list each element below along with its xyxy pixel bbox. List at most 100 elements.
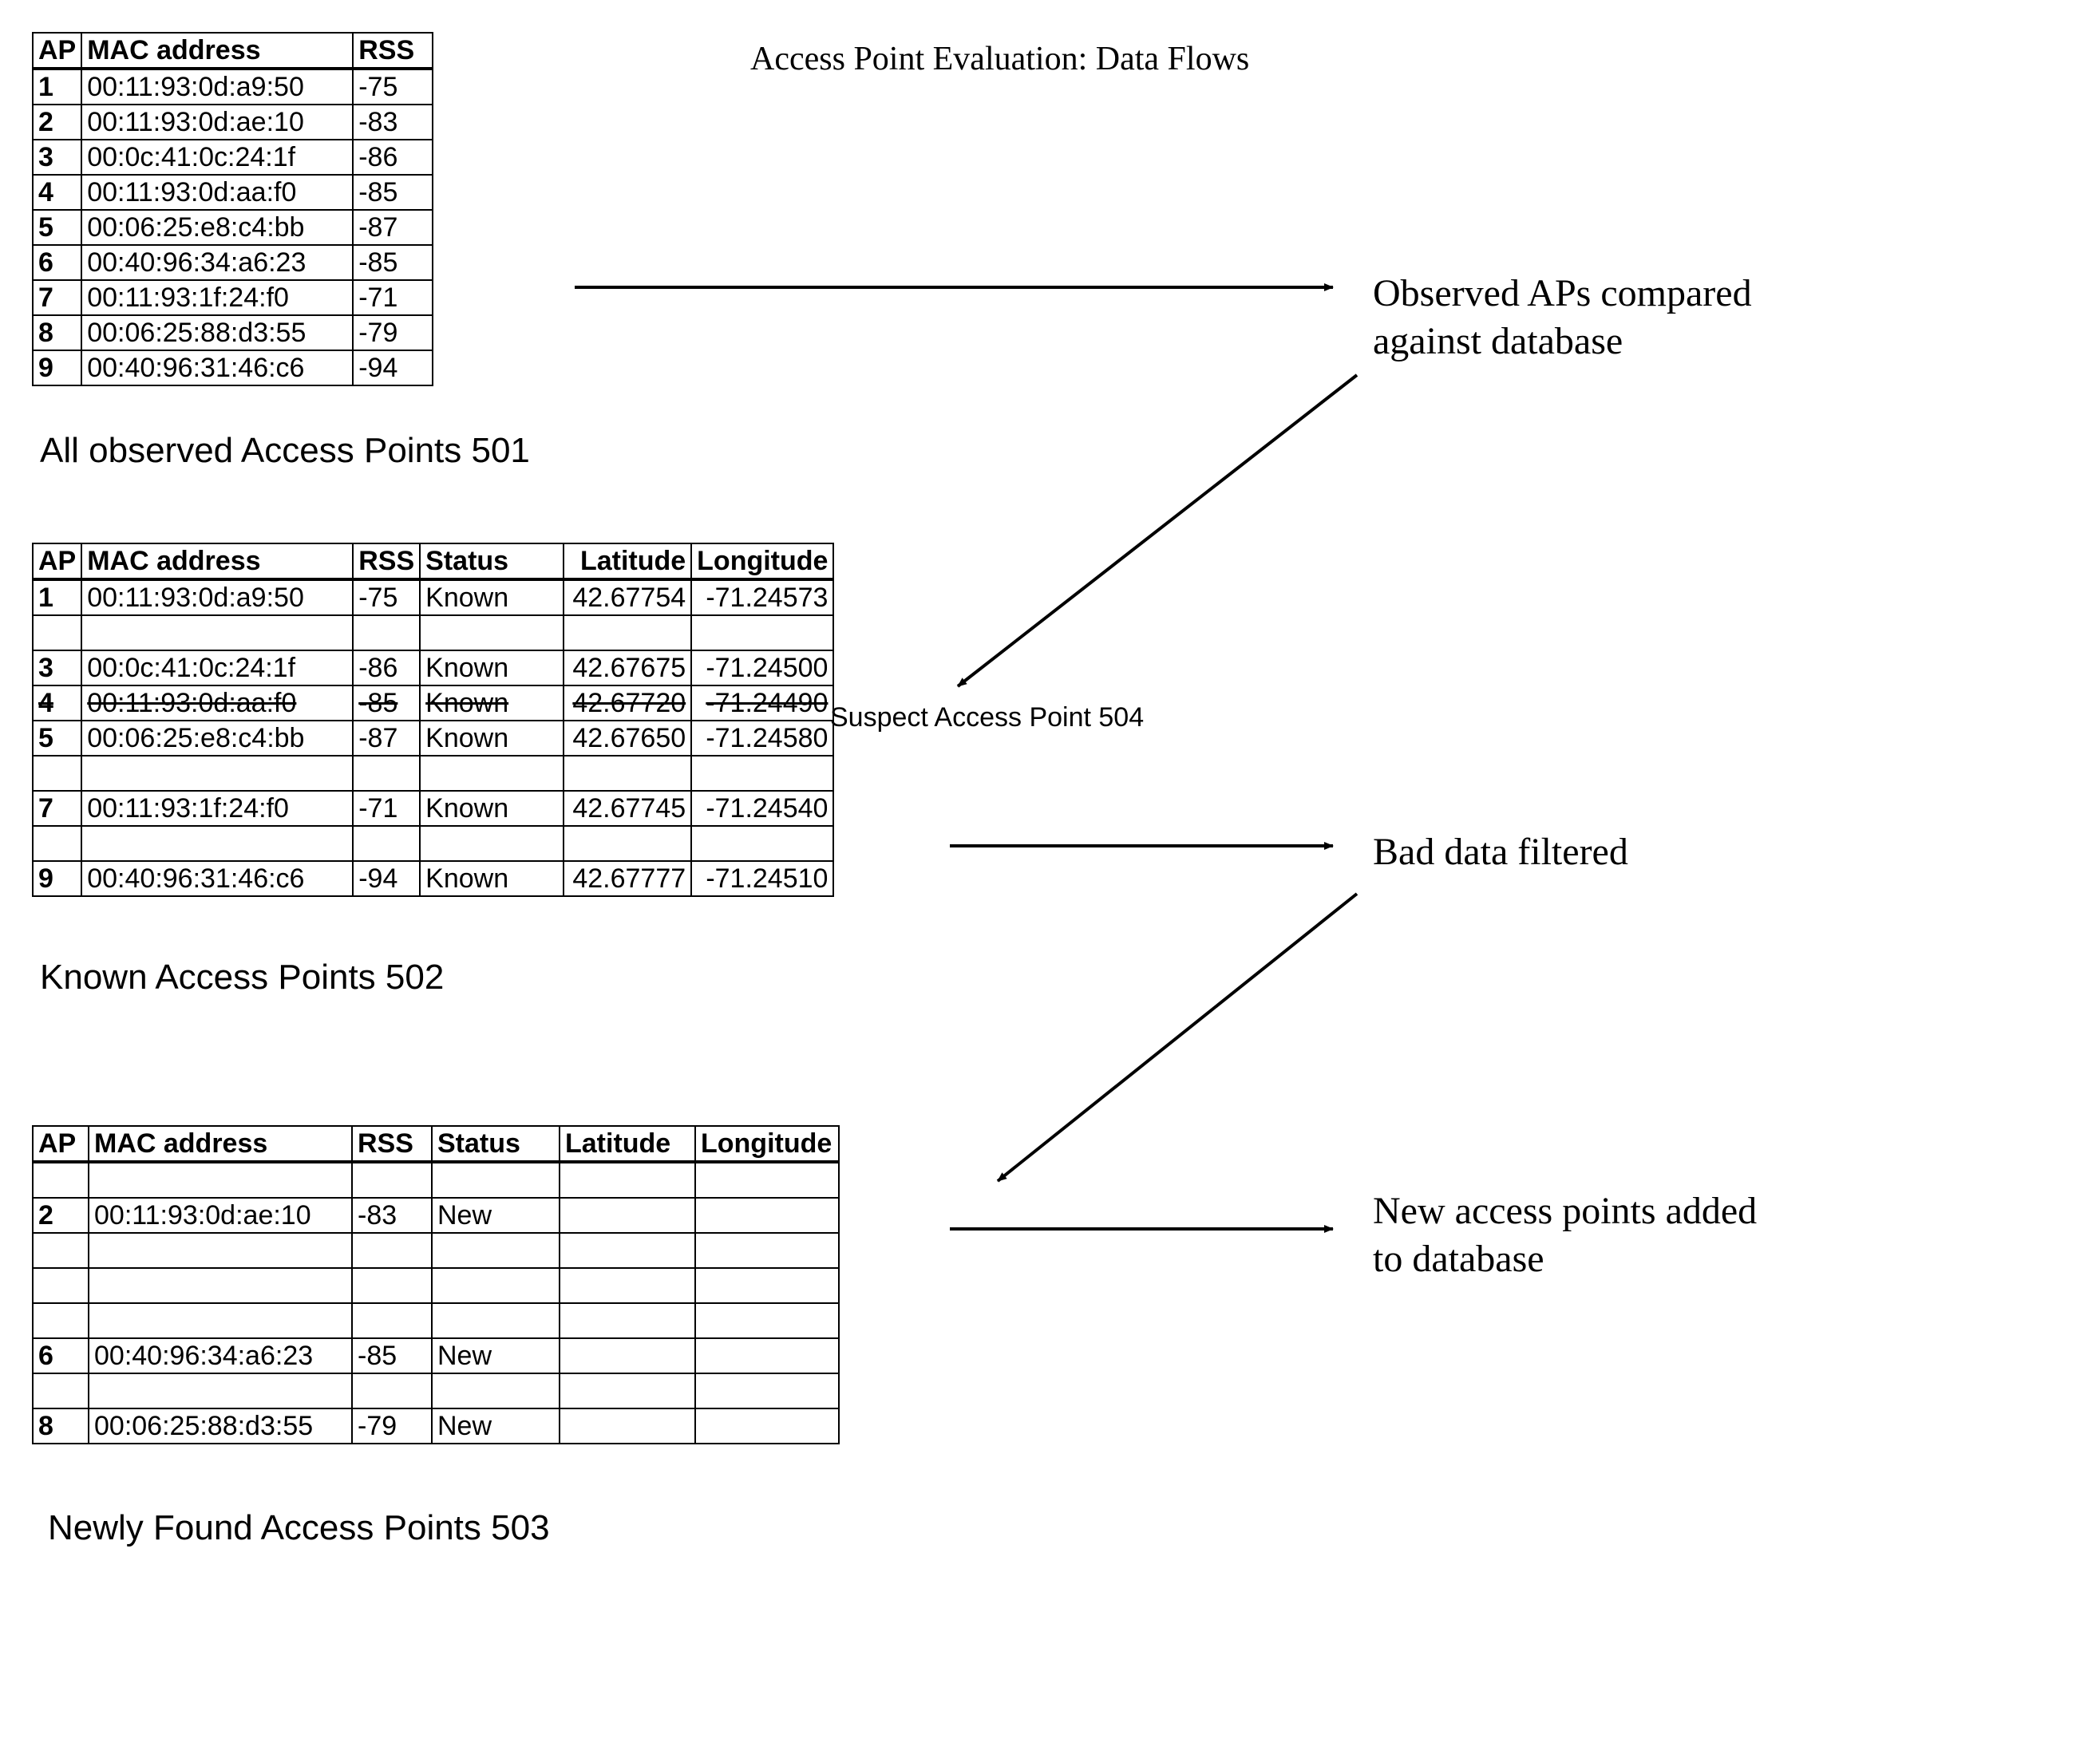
table-cell	[33, 1233, 89, 1268]
col-lon: Longitude	[691, 543, 833, 579]
table-row	[33, 826, 833, 861]
table-row	[33, 1373, 839, 1408]
table-cell	[89, 1162, 352, 1198]
table-cell: -71.24540	[691, 791, 833, 826]
table-cell: 1	[33, 579, 81, 615]
table-cell: -87	[353, 721, 420, 756]
table-cell	[432, 1373, 560, 1408]
new-caption: Newly Found Access Points 503	[48, 1508, 550, 1548]
table-row: 200:11:93:0d:ae:10-83	[33, 105, 433, 140]
table-cell: 00:40:96:34:a6:23	[81, 245, 353, 280]
table-row: 600:40:96:34:a6:23-85New	[33, 1338, 839, 1373]
table-cell	[560, 1198, 695, 1233]
side-label-filtered: Bad data filtered	[1373, 830, 1628, 874]
arrow-label-to-known	[958, 375, 1357, 686]
table-cell: -71.24500	[691, 650, 833, 685]
table-cell	[695, 1408, 839, 1444]
col-rss: RSS	[352, 1126, 432, 1162]
table-cell: 9	[33, 861, 81, 896]
table-cell	[33, 1268, 89, 1303]
table-cell: -71.24580	[691, 721, 833, 756]
table-row: 100:11:93:0d:a9:50-75Known42.67754-71.24…	[33, 579, 833, 615]
table-cell: 00:11:93:0d:a9:50	[81, 69, 353, 105]
table-row: 700:11:93:1f:24:f0-71	[33, 280, 433, 315]
table-cell: -85	[353, 245, 433, 280]
table-cell	[33, 756, 81, 791]
table-row: 400:11:93:0d:aa:f0-85	[33, 175, 433, 210]
table-cell: 2	[33, 105, 81, 140]
table-cell	[695, 1198, 839, 1233]
table-cell	[420, 826, 564, 861]
table-cell	[691, 756, 833, 791]
table-cell	[432, 1268, 560, 1303]
table-cell: Known	[420, 861, 564, 896]
table-cell	[420, 615, 564, 650]
table-cell: -71.24510	[691, 861, 833, 896]
table-cell	[432, 1233, 560, 1268]
col-ap: AP	[33, 543, 81, 579]
table-cell: -83	[352, 1198, 432, 1233]
table-cell: -71	[353, 791, 420, 826]
table-cell: 00:0c:41:0c:24:1f	[81, 140, 353, 175]
table-cell	[33, 1162, 89, 1198]
side-label-observed-a: Observed APs compared	[1373, 271, 1752, 315]
table-row	[33, 1268, 839, 1303]
table-row: 800:06:25:88:d3:55-79New	[33, 1408, 839, 1444]
table-cell: 00:40:96:34:a6:23	[89, 1338, 352, 1373]
table-row	[33, 756, 833, 791]
table-cell	[432, 1303, 560, 1338]
table-row: 300:0c:41:0c:24:1f-86Known42.67675-71.24…	[33, 650, 833, 685]
table-row: 200:11:93:0d:ae:10-83New	[33, 1198, 839, 1233]
table-row: 500:06:25:e8:c4:bb-87	[33, 210, 433, 245]
table-row: 700:11:93:1f:24:f0-71Known42.67745-71.24…	[33, 791, 833, 826]
table-cell	[353, 615, 420, 650]
table-cell: 00:0c:41:0c:24:1f	[81, 650, 353, 685]
table-cell	[691, 615, 833, 650]
col-lon: Longitude	[695, 1126, 839, 1162]
table-cell: -79	[353, 315, 433, 350]
table-cell: -85	[352, 1338, 432, 1373]
table-cell: 4	[33, 685, 81, 721]
observed-ap-table: AP MAC address RSS 100:11:93:0d:a9:50-75…	[32, 32, 433, 386]
table-cell: 00:06:25:e8:c4:bb	[81, 721, 353, 756]
table-cell: 00:06:25:88:d3:55	[81, 315, 353, 350]
table-cell	[691, 826, 833, 861]
table-cell	[564, 756, 691, 791]
table-cell: 5	[33, 721, 81, 756]
table-row	[33, 1303, 839, 1338]
table-cell: -85	[353, 685, 420, 721]
table-cell: 00:11:93:0d:a9:50	[81, 579, 353, 615]
table-row: 300:0c:41:0c:24:1f-86	[33, 140, 433, 175]
table-cell	[695, 1373, 839, 1408]
arrow-filtered-to-new	[998, 894, 1357, 1181]
table-cell	[560, 1303, 695, 1338]
table-cell: 42.67675	[564, 650, 691, 685]
table-cell: Known	[420, 721, 564, 756]
table-cell	[89, 1373, 352, 1408]
table-cell: -71	[353, 280, 433, 315]
table-cell: 5	[33, 210, 81, 245]
diagram-title: Access Point Evaluation: Data Flows	[750, 40, 1249, 78]
side-label-observed-b: against database	[1373, 319, 1623, 363]
col-mac: MAC address	[81, 33, 353, 69]
table-row: 500:06:25:e8:c4:bb-87Known42.67650-71.24…	[33, 721, 833, 756]
table-cell	[89, 1303, 352, 1338]
table-cell	[560, 1338, 695, 1373]
table-cell: -71.24490	[691, 685, 833, 721]
table-cell	[564, 826, 691, 861]
table-row	[33, 1162, 839, 1198]
table-cell: 00:11:93:0d:ae:10	[89, 1198, 352, 1233]
col-mac: MAC address	[89, 1126, 352, 1162]
table-cell: 4	[33, 175, 81, 210]
table-cell: 1	[33, 69, 81, 105]
table-cell	[560, 1233, 695, 1268]
table-cell: -75	[353, 69, 433, 105]
table-cell	[353, 826, 420, 861]
new-ap-table: AP MAC address RSS Status Latitude Longi…	[32, 1125, 840, 1444]
table-cell	[560, 1408, 695, 1444]
table-cell: 7	[33, 791, 81, 826]
table-row: 400:11:93:0d:aa:f0-85Known42.67720-71.24…	[33, 685, 833, 721]
table-cell	[352, 1303, 432, 1338]
table-cell	[560, 1373, 695, 1408]
table-cell: -87	[353, 210, 433, 245]
